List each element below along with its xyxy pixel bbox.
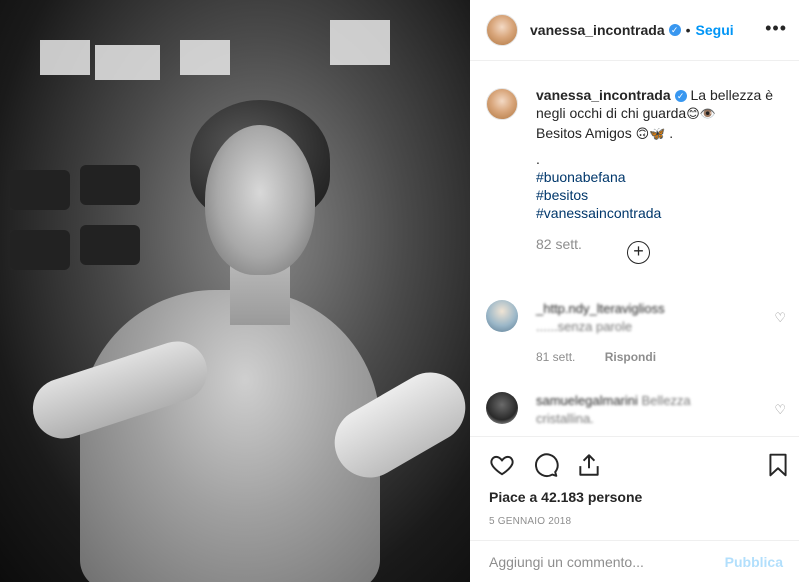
caption-emoji1: 😊👁️	[686, 107, 716, 122]
verified-badge-icon: ✓	[674, 90, 687, 103]
comment-text: _http.ndy_lteraviglioss ......senza paro…	[536, 300, 746, 336]
comment-body: ......senza parole	[536, 319, 633, 334]
more-options-icon[interactable]: •••	[765, 18, 787, 39]
caption-age[interactable]: 82 sett.	[536, 236, 786, 252]
commenter-username[interactable]: samuelegalmarini	[536, 393, 638, 408]
caption-emoji2: 🙃🦋	[635, 127, 666, 142]
post-panel: vanessa_incontrada ✓ • Segui ••• vanessa…	[470, 0, 799, 582]
commenter-avatar[interactable]	[486, 392, 518, 424]
load-more-comments-button[interactable]: +	[627, 241, 650, 264]
background-seat	[80, 165, 140, 205]
bookmark-save-icon[interactable]	[765, 452, 791, 478]
hashtag-link[interactable]: #buonabefana	[536, 168, 786, 186]
background-seat	[10, 170, 70, 210]
background-window	[40, 40, 90, 75]
comment-text: samuelegalmarini Bellezza cristallina.	[536, 392, 746, 428]
author-username[interactable]: vanessa_incontrada	[530, 22, 665, 38]
comment-bar: Pubblica	[470, 540, 799, 582]
author-avatar[interactable]	[486, 14, 518, 46]
caption: vanessa_incontrada ✓ La bellezza è negli …	[486, 86, 786, 252]
hashtag-link[interactable]: #vanessaincontrada	[536, 204, 786, 222]
background-seat	[10, 230, 70, 270]
post-date: 5 GENNAIO 2018	[489, 516, 572, 527]
caption-username[interactable]: vanessa_incontrada	[536, 87, 671, 103]
comment-age[interactable]: 81 sett.	[536, 350, 575, 364]
commenter-username[interactable]: _http.ndy_lteraviglioss	[536, 301, 665, 316]
comment-meta: 81 sett. Rispondi	[536, 350, 656, 364]
like-heart-icon[interactable]	[489, 452, 515, 478]
background-seat	[80, 225, 140, 265]
follow-button[interactable]: Segui	[696, 22, 734, 38]
post-header: vanessa_incontrada ✓ • Segui •••	[470, 0, 799, 61]
background-window	[95, 45, 160, 80]
comment-bubble-icon[interactable]	[533, 452, 559, 478]
likes-count[interactable]: Piace a 42.183 persone	[489, 489, 642, 505]
header-separator: •	[685, 22, 691, 38]
hashtag-link[interactable]: #besitos	[536, 186, 786, 204]
commenter-avatar[interactable]	[486, 300, 518, 332]
caption-text: vanessa_incontrada ✓ La bellezza è negli …	[536, 86, 786, 222]
share-upload-icon[interactable]	[576, 452, 602, 478]
like-comment-heart-icon[interactable]: ♡	[774, 402, 786, 418]
reply-button[interactable]: Rispondi	[605, 350, 656, 364]
like-comment-heart-icon[interactable]: ♡	[774, 310, 786, 326]
background-window	[180, 40, 230, 75]
post-photo[interactable]	[0, 0, 470, 582]
caption-line2: Besitos Amigos	[536, 125, 632, 141]
figure-face	[205, 125, 315, 275]
comment-input[interactable]	[489, 553, 725, 570]
caption-period: .	[665, 125, 674, 141]
caption-dot: .	[536, 151, 540, 167]
caption-avatar[interactable]	[486, 88, 518, 120]
verified-badge-icon: ✓	[668, 24, 681, 36]
actions-divider	[470, 436, 799, 437]
publish-button[interactable]: Pubblica	[725, 554, 783, 570]
background-window	[330, 20, 390, 65]
comment-item: samuelegalmarini Bellezza cristallina. ♡	[486, 392, 786, 428]
comment-item: _http.ndy_lteraviglioss ......senza paro…	[486, 300, 786, 336]
